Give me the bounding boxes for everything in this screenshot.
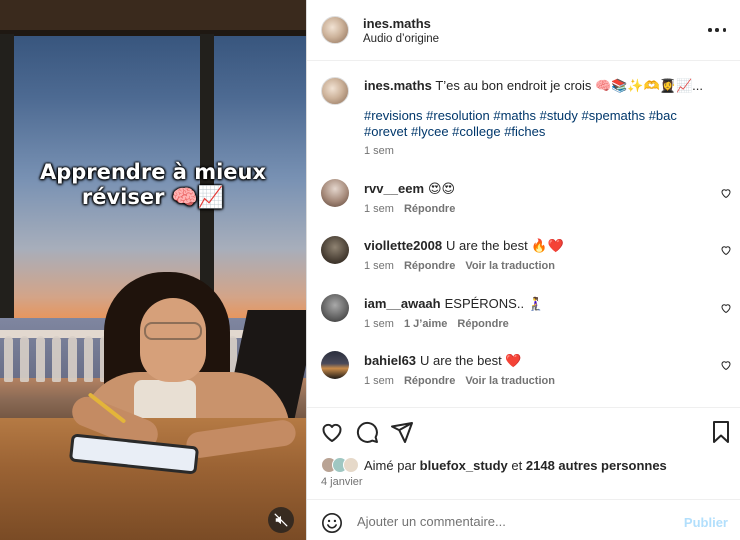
comment-avatar[interactable] <box>321 236 349 264</box>
heart-icon[interactable] <box>720 244 732 256</box>
comment-time: 1 sem <box>364 203 394 215</box>
comment-composer: Publier <box>307 499 740 540</box>
likes-text: Aimé par bluefox_study et 2148 autres pe… <box>364 458 667 473</box>
heart-icon[interactable] <box>720 302 732 314</box>
post-dialog: Apprendre à mieux réviser 🧠📈 ines.maths … <box>0 0 740 540</box>
heart-icon[interactable] <box>720 187 732 199</box>
post-side-panel: ines.maths Audio d’origine ines.maths T’… <box>306 0 740 540</box>
reply-button[interactable]: Répondre <box>457 318 508 330</box>
comment-text: U are the best ❤️ <box>420 353 522 368</box>
post-date[interactable]: 4 janvier <box>321 476 363 488</box>
comment-input[interactable] <box>357 509 677 533</box>
person-face <box>140 298 206 382</box>
comment-time: 1 sem <box>364 375 394 387</box>
likes-user[interactable]: bluefox_study <box>420 458 508 473</box>
video-overlay-text: Apprendre à mieux réviser 🧠📈 <box>0 160 306 210</box>
likes-summary[interactable]: Aimé par bluefox_study et 2148 autres pe… <box>321 456 667 474</box>
post-caption: ines.maths T’es au bon endroit je crois … <box>307 73 740 163</box>
likes-others[interactable]: 2148 autres personnes <box>526 458 667 473</box>
caption-time: 1 sem <box>364 145 394 157</box>
comment-item: viollette2008 U are the best 🔥❤️ 1 sem Ré… <box>307 236 740 286</box>
comment-time: 1 sem <box>364 318 394 330</box>
caption-hashtags[interactable]: #revisions #resolution #maths #study #sp… <box>364 108 694 140</box>
comment-avatar[interactable] <box>321 294 349 322</box>
reply-button[interactable]: Répondre <box>404 260 455 272</box>
likes-connector: et <box>511 457 523 473</box>
volume-muted-icon <box>274 513 288 527</box>
reply-button[interactable]: Répondre <box>404 375 455 387</box>
caption-body: T’es au bon endroit je crois 🧠📚✨🫶👩‍🎓📈... <box>435 78 703 93</box>
comment-likes-count[interactable]: 1 J’aime <box>404 318 447 330</box>
comment-body: viollette2008 U are the best 🔥❤️ <box>364 238 564 254</box>
comment-body: bahiel63 U are the best ❤️ <box>364 353 522 369</box>
comment-icon[interactable] <box>355 420 379 444</box>
comment-meta: 1 sem Répondre <box>364 203 455 215</box>
window-frame-edge <box>0 30 306 36</box>
glasses <box>144 322 202 340</box>
comment-username[interactable]: bahiel63 <box>364 353 416 368</box>
comment-time: 1 sem <box>364 260 394 272</box>
comment-avatar[interactable] <box>321 351 349 379</box>
reply-button[interactable]: Répondre <box>404 203 455 215</box>
heart-icon[interactable] <box>320 420 344 444</box>
comment-username[interactable]: rvv__eem <box>364 181 424 196</box>
comment-item: bahiel63 U are the best ❤️ 1 sem Répondre… <box>307 351 740 401</box>
comment-meta: 1 sem Répondre Voir la traduction <box>364 260 555 272</box>
window-frame <box>0 0 306 34</box>
share-icon[interactable] <box>390 420 414 444</box>
overlay-line-2: réviser 🧠📈 <box>81 185 225 209</box>
comment-meta: 1 sem 1 J’aime Répondre <box>364 318 509 330</box>
reel-video[interactable]: Apprendre à mieux réviser 🧠📈 <box>0 0 306 540</box>
comment-item: rvv__eem 😍😍 1 sem Répondre <box>307 179 740 229</box>
emoji-icon[interactable] <box>321 512 343 534</box>
audio-link[interactable]: Audio d’origine <box>363 33 439 45</box>
comment-body: rvv__eem 😍😍 <box>364 181 455 197</box>
comment-username[interactable]: iam__awaah <box>364 296 441 311</box>
post-actions: Aimé par bluefox_study et 2148 autres pe… <box>307 407 740 499</box>
caption-username[interactable]: ines.maths <box>364 78 432 93</box>
post-header: ines.maths Audio d’origine <box>307 0 740 61</box>
comment-text: ESPÉRONS.. 🧎‍♀️ <box>444 296 544 311</box>
caption-avatar[interactable] <box>321 77 349 105</box>
comment-meta: 1 sem Répondre Voir la traduction <box>364 375 555 387</box>
comment-body: iam__awaah ESPÉRONS.. 🧎‍♀️ <box>364 296 544 312</box>
caption-text: ines.maths T’es au bon endroit je crois … <box>364 77 724 94</box>
comment-text: U are the best 🔥❤️ <box>446 238 564 253</box>
author-avatar[interactable] <box>321 16 349 44</box>
overlay-line-1: Apprendre à mieux <box>39 160 267 184</box>
comment-username[interactable]: viollette2008 <box>364 238 442 253</box>
mute-button[interactable] <box>268 507 294 533</box>
comment-avatar[interactable] <box>321 179 349 207</box>
comment-item: iam__awaah ESPÉRONS.. 🧎‍♀️ 1 sem 1 J’aime… <box>307 294 740 344</box>
author-username[interactable]: ines.maths <box>363 16 431 31</box>
more-options-icon[interactable] <box>708 22 726 38</box>
publish-button[interactable]: Publier <box>684 515 728 530</box>
heart-icon[interactable] <box>720 359 732 371</box>
liker-avatar <box>343 457 359 473</box>
bookmark-icon[interactable] <box>709 420 733 444</box>
comment-text: 😍😍 <box>428 181 456 196</box>
translate-button[interactable]: Voir la traduction <box>465 260 555 272</box>
translate-button[interactable]: Voir la traduction <box>465 375 555 387</box>
likes-prefix: Aimé par <box>364 457 417 473</box>
